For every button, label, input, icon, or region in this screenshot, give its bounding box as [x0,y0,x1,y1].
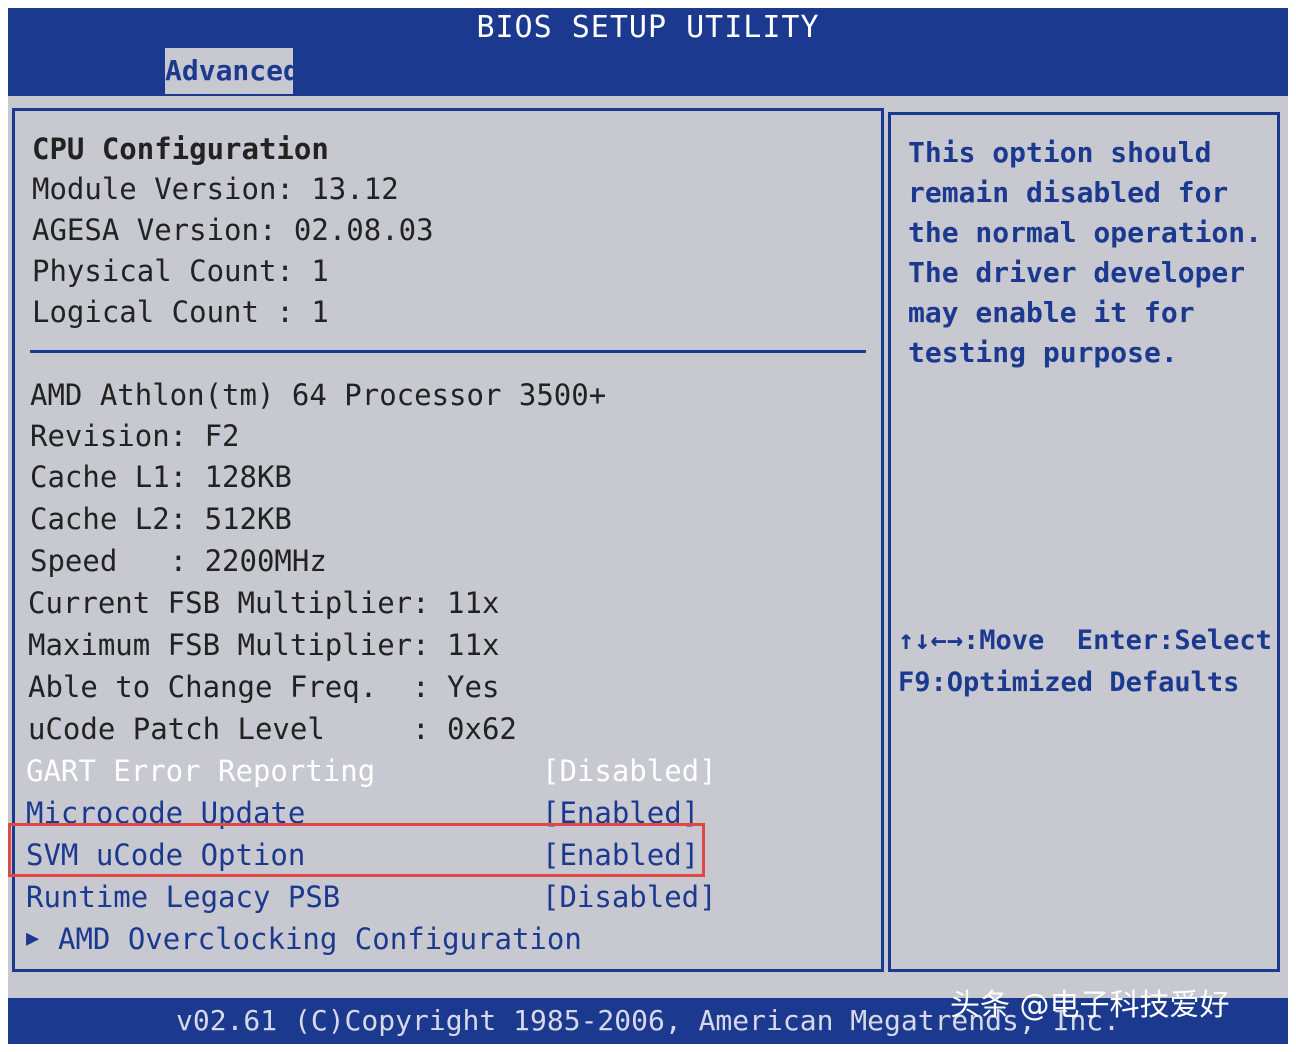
red-highlight-box [8,823,705,877]
tab-advanced[interactable]: Advanced [165,48,300,94]
key-hint-move: ↑↓←→:Move Enter:Select [898,625,1272,656]
help-line: remain disabled for [908,176,1229,209]
change-freq: Able to Change Freq. : Yes [28,670,500,704]
cpu-speed: Speed : 2200MHz [30,544,327,578]
key-hint-defaults: F9:Optimized Defaults [898,667,1240,698]
option-value: [Disabled] [542,754,717,788]
help-line: The driver developer [908,256,1246,289]
submenu-label: AMD Overclocking Configuration [58,922,582,956]
help-line: the normal operation. [908,216,1263,249]
help-line: This option should [908,136,1212,169]
ucode-patch-level: uCode Patch Level : 0x62 [28,712,517,746]
divider [30,350,866,353]
window-title: BIOS SETUP UTILITY [8,8,1288,48]
help-line: may enable it for [908,296,1195,329]
cpu-revision: Revision: F2 [30,419,240,453]
triangle-right-icon: ▶ [26,926,40,951]
tab-bar: Advanced [8,48,1288,96]
logical-count: Logical Count : 1 [32,295,329,329]
section-heading: CPU Configuration [32,132,329,166]
physical-count: Physical Count: 1 [32,254,329,288]
bios-screen: BIOS SETUP UTILITY Advanced CPU Configur… [8,8,1288,1044]
cache-l1: Cache L1: 128KB [30,460,292,494]
option-value: [Disabled] [542,880,717,914]
watermark-text: 头条 @电子科技爱好 [950,988,1230,1023]
cache-l2: Cache L2: 512KB [30,502,292,536]
agesa-version: AGESA Version: 02.08.03 [32,213,434,247]
current-fsb-multiplier: Current FSB Multiplier: 11x [28,586,500,620]
option-label: Runtime Legacy PSB [26,880,341,914]
maximum-fsb-multiplier: Maximum FSB Multiplier: 11x [28,628,500,662]
module-version: Module Version: 13.12 [32,172,399,206]
help-line: testing purpose. [908,336,1178,369]
cpu-model: AMD Athlon(tm) 64 Processor 3500+ [30,378,607,412]
option-label: GART Error Reporting [26,754,376,788]
